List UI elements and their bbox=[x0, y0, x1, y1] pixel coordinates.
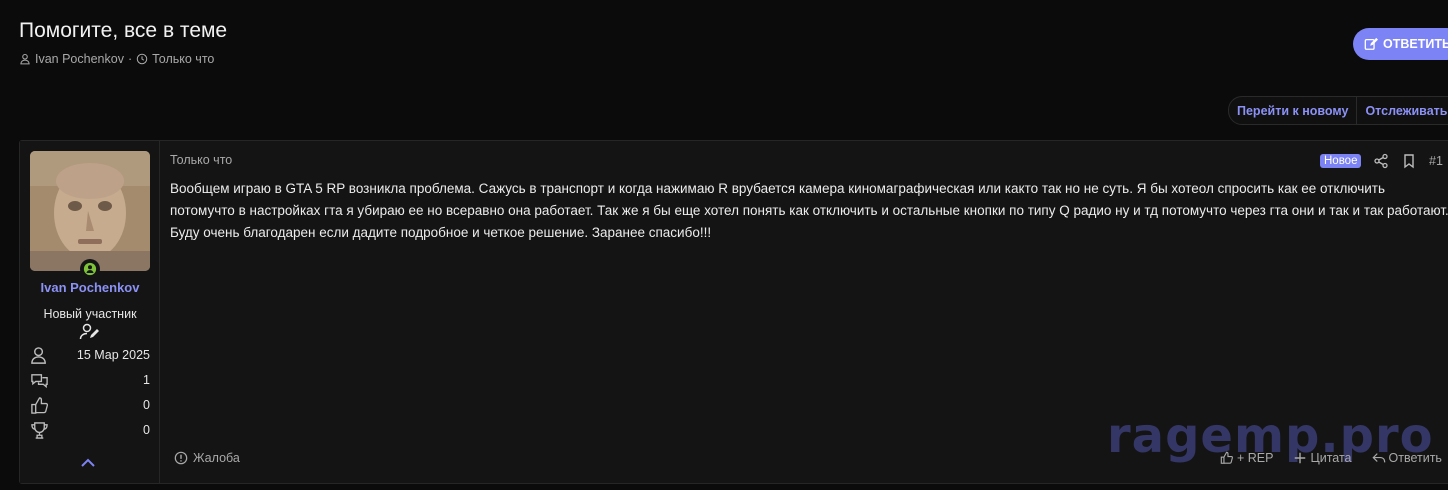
stat-joined-value: 15 Мар 2025 bbox=[76, 348, 150, 362]
page-title: Помогите, все в теме bbox=[19, 19, 228, 42]
post-reply-button[interactable]: Ответить bbox=[1371, 451, 1442, 465]
post-body: Вообщем играю в GTA 5 RP возникла пробле… bbox=[170, 181, 1448, 240]
stat-reactions: 0 bbox=[30, 395, 150, 415]
post-date[interactable]: Только что bbox=[170, 153, 232, 167]
reply-button[interactable]: ОТВЕТИТЬ bbox=[1353, 28, 1448, 60]
stat-points: 0 bbox=[30, 420, 150, 440]
thread-meta: Ivan Pochenkov · Только что bbox=[19, 52, 214, 66]
watch-button[interactable]: Отслеживать bbox=[1357, 97, 1448, 124]
post-reply-label: Ответить bbox=[1388, 451, 1442, 465]
stat-points-value: 0 bbox=[143, 423, 150, 437]
quote-button[interactable]: Цитата bbox=[1293, 451, 1352, 465]
user-edit-icon bbox=[79, 323, 99, 340]
comments-icon bbox=[31, 373, 48, 388]
thumbs-up-icon bbox=[31, 396, 49, 414]
post-actions: #1 bbox=[1373, 153, 1443, 169]
alert-icon bbox=[174, 451, 188, 465]
thumbs-up-icon bbox=[1220, 451, 1233, 464]
post-footer-actions: + REP Цитата Ответить bbox=[1220, 451, 1442, 465]
thread-toolbar: Перейти к новому Отслеживать bbox=[1228, 96, 1448, 125]
rep-label: + REP bbox=[1237, 451, 1274, 465]
report-button[interactable]: Жалоба bbox=[174, 451, 240, 465]
stat-messages-value: 1 bbox=[143, 373, 150, 387]
reply-icon bbox=[1371, 453, 1385, 463]
quote-label: Цитата bbox=[1310, 451, 1352, 465]
thread-time[interactable]: Только что bbox=[152, 52, 214, 66]
online-status-icon bbox=[80, 259, 100, 279]
new-badge: Новое bbox=[1320, 154, 1362, 168]
trophy-icon bbox=[31, 421, 48, 439]
avatar[interactable] bbox=[30, 151, 150, 271]
user-sidebar: Ivan Pochenkov Новый участник 15 Мар 202… bbox=[20, 141, 160, 483]
stat-joined: 15 Мар 2025 bbox=[30, 345, 150, 365]
user-icon bbox=[20, 53, 30, 65]
share-icon[interactable] bbox=[1373, 153, 1389, 169]
report-label: Жалоба bbox=[193, 451, 240, 465]
bookmark-icon[interactable] bbox=[1401, 153, 1417, 169]
edit-icon bbox=[1364, 37, 1378, 50]
user-icon bbox=[31, 346, 46, 364]
chevron-up-icon[interactable] bbox=[80, 456, 96, 468]
clock-icon bbox=[136, 53, 148, 65]
plus-icon bbox=[1295, 452, 1306, 464]
stat-messages: 1 bbox=[30, 370, 150, 390]
reply-button-label: ОТВЕТИТЬ bbox=[1383, 37, 1448, 51]
meta-separator: · bbox=[127, 52, 133, 66]
rep-button[interactable]: + REP bbox=[1220, 451, 1273, 465]
thread-author[interactable]: Ivan Pochenkov bbox=[35, 52, 124, 66]
user-title: Новый участник bbox=[43, 307, 137, 321]
username[interactable]: Ivan Pochenkov bbox=[20, 280, 160, 295]
post-number[interactable]: #1 bbox=[1429, 154, 1443, 168]
stat-reactions-value: 0 bbox=[143, 398, 150, 412]
goto-new-button[interactable]: Перейти к новому bbox=[1229, 97, 1356, 124]
